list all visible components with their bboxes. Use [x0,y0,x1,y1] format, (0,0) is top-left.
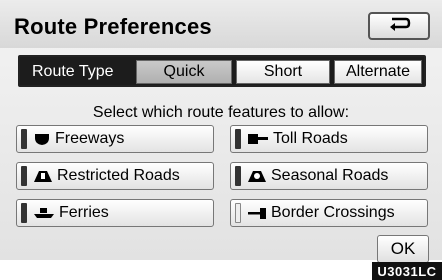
ferries-toggle[interactable]: Ferries [16,199,214,227]
route-type-bar: Route Type Quick Short Alternate [18,55,426,87]
return-arrow-icon [386,16,412,37]
seasonal-roads-toggle[interactable]: Seasonal Roads [230,162,428,190]
status-indicator [21,129,27,149]
ok-button[interactable]: OK [377,235,429,263]
feature-label: Border Crossings [271,204,395,221]
restricted-roads-toggle[interactable]: Restricted Roads [16,162,214,190]
feature-prompt: Select which route features to allow: [92,104,350,121]
route-type-label: Route Type [32,63,114,80]
back-button[interactable] [368,12,430,40]
route-option-short[interactable]: Short [236,60,330,84]
freeway-icon [33,132,51,146]
border-crossings-toggle[interactable]: Border Crossings [230,199,428,227]
route-option-alternate[interactable]: Alternate [334,60,422,84]
status-indicator [235,203,241,223]
title-bar: Route Preferences [0,0,442,48]
feature-label: Toll Roads [273,130,348,147]
status-indicator [235,129,241,149]
feature-label: Restricted Roads [57,167,180,184]
status-indicator [21,203,27,223]
seasonal-road-icon [247,169,267,183]
page-title: Route Preferences [14,14,212,39]
route-option-quick[interactable]: Quick [136,60,232,84]
border-crossing-icon [247,206,267,220]
route-option-label: Short [263,63,303,80]
feature-label: Ferries [59,204,109,221]
route-option-label: Alternate [345,63,411,80]
feature-label: Freeways [55,130,125,147]
screen: Route Preferences Route Type Quick Short… [0,0,442,263]
figure-code: U3031LC [372,262,442,280]
ok-label: OK [390,239,416,258]
toll-road-icon [247,132,269,146]
feature-label: Seasonal Roads [271,167,389,184]
route-option-label: Quick [163,63,205,80]
freeways-toggle[interactable]: Freeways [16,125,214,153]
status-indicator [21,166,27,186]
ferry-icon [33,206,55,220]
status-indicator [235,166,241,186]
restricted-road-icon [33,169,53,183]
toll-roads-toggle[interactable]: Toll Roads [230,125,428,153]
